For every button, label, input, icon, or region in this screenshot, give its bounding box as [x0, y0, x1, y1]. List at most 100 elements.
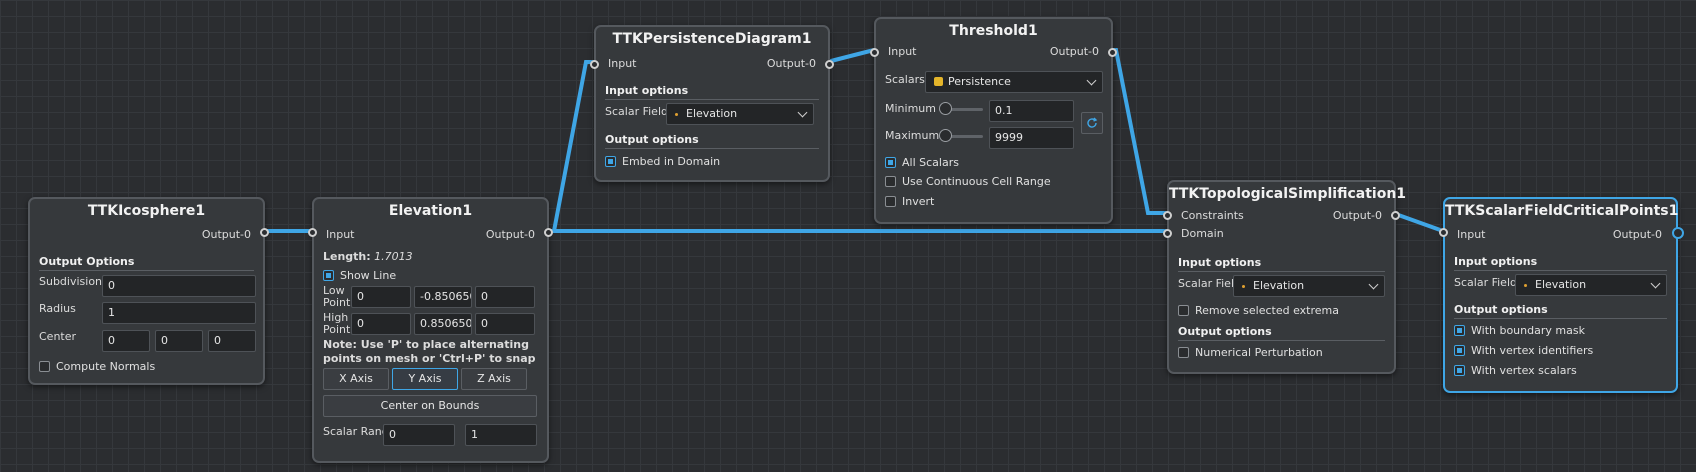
edge-persistence-threshold[interactable]: [825, 48, 876, 64]
high-point-x-input[interactable]: 0: [351, 313, 411, 335]
checkbox-box: [605, 156, 616, 167]
maximum-input[interactable]: 9999: [989, 127, 1074, 149]
x-axis-button[interactable]: X Axis: [323, 368, 389, 390]
scalar-field-value: Elevation: [1535, 278, 1587, 291]
point-placement-note: Note: Use 'P' to place alternating point…: [323, 338, 536, 365]
scalar-field-value: Elevation: [1253, 279, 1305, 292]
section-divider: [39, 270, 254, 271]
section-divider: [1454, 318, 1667, 319]
scalar-field-select[interactable]: Elevation: [666, 103, 814, 125]
input-port[interactable]: [870, 48, 879, 57]
chevron-down-icon: [1650, 278, 1661, 289]
vertex-identifiers-checkbox[interactable]: With vertex identifiers: [1454, 344, 1593, 357]
node-title: TTKIcosphere1: [87, 203, 206, 219]
show-line-checkbox[interactable]: Show Line: [323, 269, 396, 282]
all-scalars-label: All Scalars: [902, 156, 959, 169]
slider-handle[interactable]: [939, 102, 952, 115]
scalars-label: Scalars: [885, 73, 925, 86]
constraints-port-label: Constraints: [1181, 209, 1244, 222]
output-port[interactable]: [1672, 227, 1684, 239]
minimum-input[interactable]: 0.1: [989, 100, 1074, 122]
low-point-x-input[interactable]: 0: [351, 286, 411, 308]
input-port-label: Input: [1457, 228, 1486, 241]
checkbox-box: [323, 270, 334, 281]
low-point-y-input[interactable]: -0.8506507: [414, 286, 472, 308]
length-readout: Length: 1.7013: [323, 250, 413, 264]
center-y-input[interactable]: 0: [155, 330, 203, 352]
remove-selected-extrema-checkbox[interactable]: Remove selected extrema: [1178, 304, 1339, 317]
high-point-z-input[interactable]: 0: [475, 313, 535, 335]
embed-in-domain-checkbox[interactable]: Embed in Domain: [605, 155, 720, 168]
edge-threshold-simplification[interactable]: [1108, 48, 1169, 215]
output-port[interactable]: [1391, 211, 1400, 220]
center-z-input[interactable]: 0: [208, 330, 256, 352]
node-ttktopologicalsimplification[interactable]: TTKTopologicalSimplification1 Constraint…: [1163, 180, 1406, 374]
input-port[interactable]: [590, 60, 599, 69]
output-port-label: Output-0: [766, 57, 816, 70]
output-port[interactable]: [544, 228, 553, 237]
input-port-label: Input: [608, 57, 637, 70]
boundary-mask-checkbox[interactable]: With boundary mask: [1454, 324, 1585, 337]
vertex-scalars-checkbox[interactable]: With vertex scalars: [1454, 364, 1577, 377]
section-output-options: Output options: [605, 133, 699, 146]
boundary-mask-label: With boundary mask: [1471, 324, 1585, 337]
domain-port[interactable]: [1163, 229, 1172, 238]
all-scalars-checkbox[interactable]: All Scalars: [885, 156, 959, 169]
z-axis-button[interactable]: Z Axis: [461, 368, 527, 390]
input-port[interactable]: [308, 228, 317, 237]
checkbox-box: [885, 196, 896, 207]
center-x-input[interactable]: 0: [102, 330, 150, 352]
scalar-range-min-input[interactable]: 0: [383, 424, 455, 446]
continuous-cell-range-label: Use Continuous Cell Range: [902, 175, 1051, 188]
output-port[interactable]: [825, 60, 834, 69]
subdivisions-label: Subdivisions: [39, 275, 108, 288]
radius-input[interactable]: 1: [102, 302, 256, 324]
section-output-options: Output options: [1178, 325, 1272, 338]
maximum-slider[interactable]: [939, 129, 983, 143]
reset-range-button[interactable]: [1081, 112, 1103, 134]
node-ttkpersistencediagram[interactable]: TTKPersistenceDiagram1 Input Output-0 In…: [590, 25, 834, 182]
node-threshold[interactable]: Threshold1 Input Output-0 Scalars Persis…: [870, 17, 1117, 224]
output-port-label: Output-0: [1332, 209, 1382, 222]
minimum-slider[interactable]: [939, 102, 983, 116]
compute-normals-checkbox[interactable]: Compute Normals: [39, 360, 155, 373]
scalar-field-select[interactable]: Elevation: [1515, 274, 1667, 296]
constraints-port[interactable]: [1163, 211, 1172, 220]
maximum-label: Maximum: [885, 129, 940, 142]
subdivisions-input[interactable]: 0: [102, 275, 256, 297]
section-divider: [605, 148, 819, 149]
checkbox-box: [39, 361, 50, 372]
low-point-z-input[interactable]: 0: [475, 286, 535, 308]
checkbox-box: [1178, 305, 1189, 316]
continuous-cell-range-checkbox[interactable]: Use Continuous Cell Range: [885, 175, 1051, 188]
node-ttkicosphere[interactable]: TTKIcosphere1 Output-0 Output Options Su…: [28, 197, 269, 385]
refresh-icon: [1087, 117, 1098, 128]
output-port[interactable]: [1108, 48, 1117, 57]
scalar-range-max-input[interactable]: 1: [465, 424, 537, 446]
scalars-select[interactable]: Persistence: [925, 71, 1103, 93]
chevron-down-icon: [797, 107, 808, 118]
center-on-bounds-button[interactable]: Center on Bounds: [323, 395, 537, 417]
scalar-field-select[interactable]: Elevation: [1233, 275, 1385, 297]
section-divider: [1454, 270, 1667, 271]
node-elevation[interactable]: Elevation1 Input Output-0 Length: 1.7013…: [308, 197, 553, 463]
output-port[interactable]: [260, 228, 269, 237]
numerical-perturbation-checkbox[interactable]: Numerical Perturbation: [1178, 346, 1323, 359]
slider-handle[interactable]: [939, 129, 952, 142]
node-ttkscalarfieldcriticalpoints[interactable]: TTKScalarFieldCriticalPoints1 Input Outp…: [1439, 197, 1684, 393]
y-axis-button[interactable]: Y Axis: [392, 368, 458, 390]
invert-checkbox[interactable]: Invert: [885, 195, 934, 208]
chevron-down-icon: [1086, 75, 1097, 86]
section-output-options: Output options: [1454, 303, 1548, 316]
embed-in-domain-label: Embed in Domain: [622, 155, 721, 168]
input-port[interactable]: [1439, 228, 1448, 237]
scalar-field-label: Scalar Field: [605, 105, 668, 118]
low-point-label: Low Point: [323, 284, 351, 309]
checkbox-box: [885, 157, 896, 168]
node-title: Threshold1: [949, 23, 1038, 39]
scalar-field-label: Scalar Field: [1178, 277, 1241, 290]
high-point-y-input[interactable]: 0.8506507: [414, 313, 472, 335]
edge-simplification-critical[interactable]: [1391, 211, 1445, 233]
vertex-identifiers-label: With vertex identifiers: [1471, 344, 1594, 357]
edge-elevation-persistence[interactable]: [545, 60, 596, 233]
